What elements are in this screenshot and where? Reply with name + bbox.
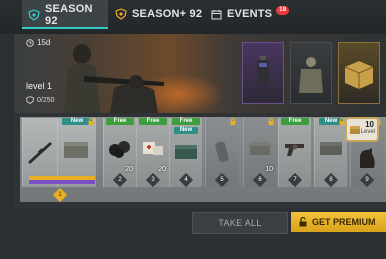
level-chest-icon	[350, 126, 360, 134]
supply-crate-icon	[320, 142, 342, 155]
reward-item-8[interactable]: New 8	[314, 118, 347, 188]
clock-icon	[26, 38, 34, 47]
supply-box-icon	[344, 61, 374, 89]
level-marker-2: 2	[112, 172, 128, 188]
level-marker-5: 5	[214, 172, 230, 188]
take-all-button[interactable]: TAKE ALL	[192, 212, 288, 234]
toolbox-icon	[250, 142, 270, 155]
season-timer-text: 15d	[37, 38, 51, 47]
level-marker-9: 9	[359, 172, 375, 188]
free-label: Free	[106, 118, 134, 125]
tab-bar: SEASON 92 SEASON+ 92 EVENTS 18	[0, 0, 386, 34]
tab-events-label: EVENTS	[227, 8, 273, 20]
revolver-icon	[285, 144, 304, 156]
level-marker-1: 1	[52, 187, 68, 203]
grenade-icon	[257, 56, 269, 85]
season-level: level 1	[26, 81, 53, 91]
rifle-icon	[28, 142, 52, 164]
reward-item-4[interactable]: Free New 4	[169, 118, 202, 188]
progress-bar-purple	[29, 180, 95, 184]
lock-icon	[268, 118, 274, 125]
free-label: Free	[281, 118, 309, 125]
item-quantity: 10	[265, 166, 273, 173]
reward-track[interactable]: New 1 Free 20 2 Free 20 3 Free New 4 5 1…	[20, 117, 386, 203]
tab-season-plus-label: SEASON+ 92	[132, 8, 203, 20]
tab-season[interactable]: SEASON 92	[22, 0, 108, 29]
current-level-label: Level	[360, 129, 375, 135]
unlock-icon	[299, 217, 307, 227]
lock-icon	[230, 118, 236, 125]
season-timer: 15d	[26, 38, 50, 47]
level-marker-7: 7	[287, 172, 303, 188]
reward-item-6[interactable]: 10 6	[243, 118, 276, 188]
soldier-artwork	[64, 44, 164, 113]
canister-icon	[215, 141, 229, 163]
season-banner: 15d level 1 0/250	[14, 34, 386, 113]
tab-events[interactable]: EVENTS 18	[211, 0, 290, 28]
level-marker-3: 3	[145, 172, 161, 188]
season-shield-icon	[28, 8, 40, 21]
current-level-box[interactable]: 10 Level	[345, 117, 379, 142]
crate-icon	[175, 145, 197, 159]
reward-item-3[interactable]: Free 20 3	[136, 118, 169, 188]
tab-season-label: SEASON 92	[45, 2, 93, 27]
dog-icon	[360, 148, 375, 168]
season-xp: 0/250	[26, 96, 55, 104]
reward-card-grenade[interactable]	[242, 42, 284, 104]
reward-card-supply-box[interactable]	[338, 42, 380, 104]
tab-season-plus[interactable]: SEASON+ 92	[115, 0, 202, 28]
character-icon	[299, 57, 323, 93]
events-notification-badge: 18	[276, 5, 290, 15]
level-marker-6: 6	[252, 172, 268, 188]
get-premium-button[interactable]: GET PREMIUM	[291, 212, 386, 232]
item-quantity: 20	[158, 166, 166, 173]
item-quantity: 20	[125, 166, 133, 173]
reward-item-7[interactable]: Free 7	[278, 118, 311, 188]
new-label: New	[174, 127, 198, 134]
calendar-icon	[211, 9, 222, 20]
tires-icon	[109, 141, 130, 158]
ammo-box-icon	[64, 142, 88, 158]
season-plus-shield-icon	[115, 8, 127, 20]
free-label: Free	[172, 118, 200, 125]
lock-icon	[88, 118, 94, 125]
free-label: Free	[139, 118, 167, 125]
xp-shield-icon	[26, 96, 34, 104]
reward-item-5[interactable]: 5	[205, 118, 238, 188]
level-marker-8: 8	[323, 172, 339, 188]
level-marker-4: 4	[178, 172, 194, 188]
season-xp-text: 0/250	[37, 96, 55, 104]
current-level-number: 10	[365, 120, 374, 129]
reward-item-2[interactable]: Free 20 2	[103, 118, 136, 188]
medkit-icon	[143, 142, 163, 155]
reward-card-character[interactable]	[290, 42, 332, 104]
get-premium-label: GET PREMIUM	[312, 217, 376, 227]
